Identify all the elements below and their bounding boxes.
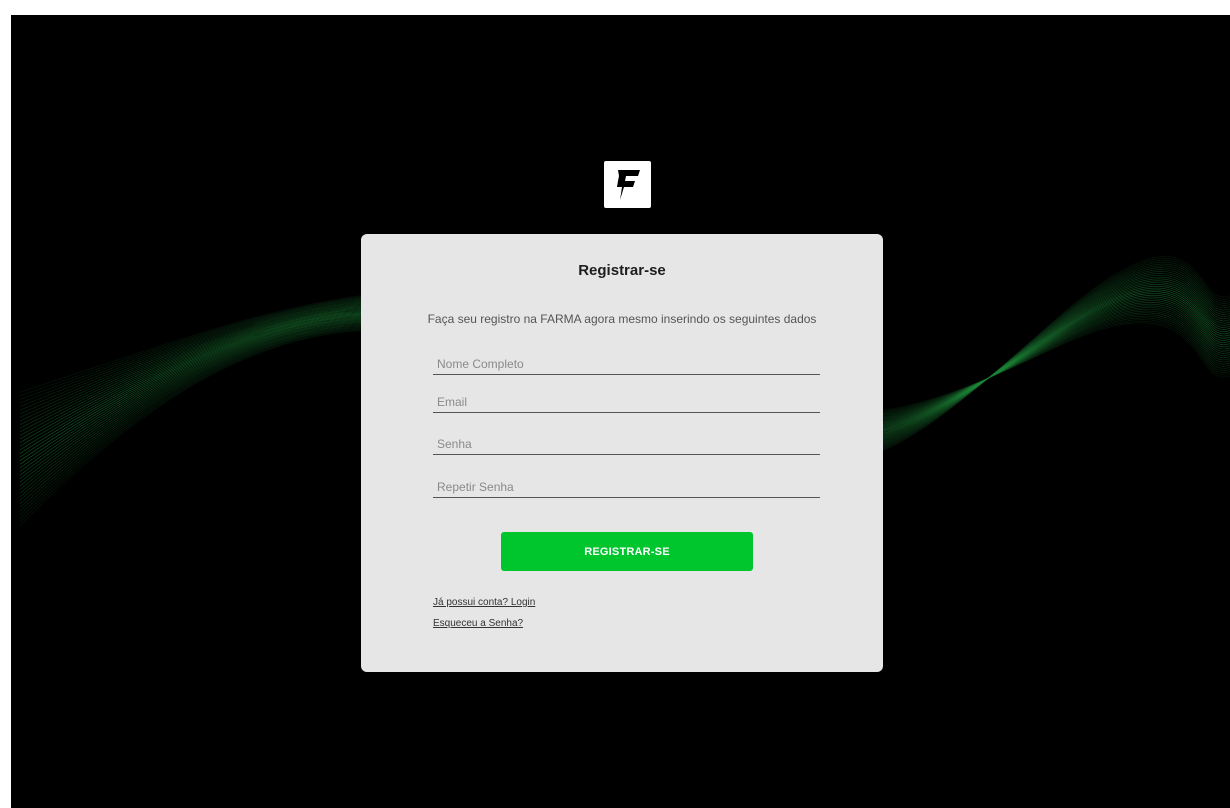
register-card: Registrar-se Faça seu registro na FARMA … <box>361 234 883 672</box>
page-title: Registrar-se <box>578 262 666 279</box>
brand-logo <box>604 161 651 208</box>
page-background: Registrar-se Faça seu registro na FARMA … <box>9 13 1230 808</box>
email-input[interactable] <box>433 391 820 413</box>
farma-f-logo-icon <box>616 169 640 200</box>
full-name-input[interactable] <box>433 353 820 375</box>
forgot-password-link[interactable]: Esqueceu a Senha? <box>433 618 523 629</box>
form-subtitle: Faça seu registro na FARMA agora mesmo i… <box>427 312 817 326</box>
login-link[interactable]: Já possui conta? Login <box>433 597 535 608</box>
register-button[interactable]: REGISTRAR-SE <box>501 532 753 571</box>
repeat-password-input[interactable] <box>433 476 820 498</box>
password-input[interactable] <box>433 433 820 455</box>
